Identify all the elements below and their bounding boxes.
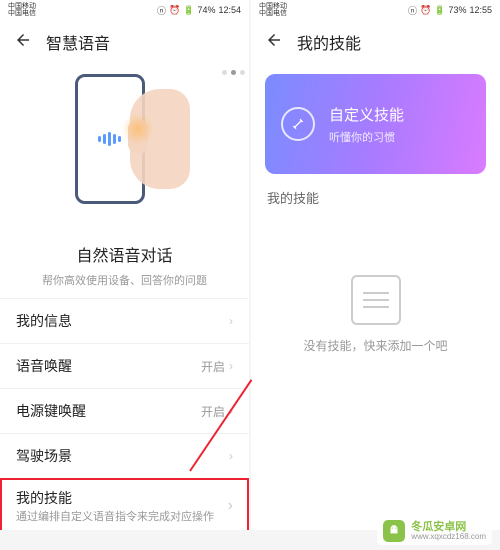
watermark-title: 冬瓜安卓网 [411,521,486,533]
header: 我的技能 [251,20,500,64]
watermark-url: www.xqxcdz168.com [411,533,486,542]
chevron-right-icon: › [228,497,233,515]
nfc-icon: ⓝ [157,4,166,17]
screen-voice-assistant: 中国移动 中国电信 ⓝ ⏰ 🔋 74% 12:54 智慧语音 [0,0,249,530]
chevron-right-icon: › [229,314,233,328]
menu-item-my-skills[interactable]: 我的技能 通过编排自定义语音指令来完成对应操作 › [0,478,249,530]
magic-wand-icon [281,107,315,141]
menu-item-my-info[interactable]: 我的信息 › [0,298,249,343]
document-icon [351,275,401,325]
card-title: 自定义技能 [329,104,404,125]
page-dots [222,70,245,75]
status-bar: 中国移动 中国电信 ⓝ ⏰ 🔋 74% 12:54 [0,0,249,20]
carrier-1: 中国移动 [259,3,287,10]
menu-label: 我的信息 [16,311,72,331]
back-icon[interactable] [14,31,32,54]
hero-illustration [0,64,249,234]
watermark: 冬瓜安卓网 www.xqxcdz168.com [377,517,492,545]
page-title: 智慧语音 [46,30,110,54]
battery-icon: 🔋 [434,5,445,16]
hero-subtitle: 帮你高效使用设备、回答你的问题 [12,272,237,288]
battery-pct: 74% [197,5,215,15]
menu-label: 驾驶场景 [16,446,72,466]
android-icon [383,520,405,542]
battery-pct: 73% [448,5,466,15]
menu-item-power-wake[interactable]: 电源键唤醒 开启› [0,388,249,433]
carrier-1: 中国移动 [8,3,36,10]
menu-description: 通过编排自定义语音指令来完成对应操作 [16,510,228,524]
alarm-icon: ⏰ [420,5,431,16]
menu-label: 语音唤醒 [16,356,72,376]
section-label: 我的技能 [251,184,500,215]
hero-title: 自然语音对话 [0,242,249,266]
back-icon[interactable] [265,31,283,54]
carrier-2: 中国电信 [8,10,36,17]
chevron-right-icon: › [229,359,233,373]
time: 12:55 [469,5,492,15]
alarm-icon: ⏰ [169,5,180,16]
menu-value: 开启 [201,403,225,420]
nfc-icon: ⓝ [408,4,417,17]
carrier-2: 中国电信 [259,10,287,17]
card-subtitle: 听懂你的习惯 [329,129,404,145]
empty-state: 没有技能，快来添加一个吧 [251,275,500,354]
menu-label: 电源键唤醒 [16,401,86,421]
page-title: 我的技能 [297,30,361,54]
screen-my-skills: 中国移动 中国电信 ⓝ ⏰ 🔋 73% 12:55 我的技能 自定义技能 [251,0,500,530]
empty-text: 没有技能，快来添加一个吧 [303,337,447,354]
time: 12:54 [218,5,241,15]
menu-label: 我的技能 [16,488,228,508]
menu-item-voice-wake[interactable]: 语音唤醒 开启 › [0,343,249,388]
status-bar: 中国移动 中国电信 ⓝ ⏰ 🔋 73% 12:55 [251,0,500,20]
custom-skill-card[interactable]: 自定义技能 听懂你的习惯 [265,74,486,174]
menu-value: 开启 [201,358,225,375]
battery-icon: 🔋 [183,5,194,16]
header: 智慧语音 [0,20,249,64]
chevron-right-icon: › [229,449,233,463]
voice-wave-icon [98,132,121,146]
